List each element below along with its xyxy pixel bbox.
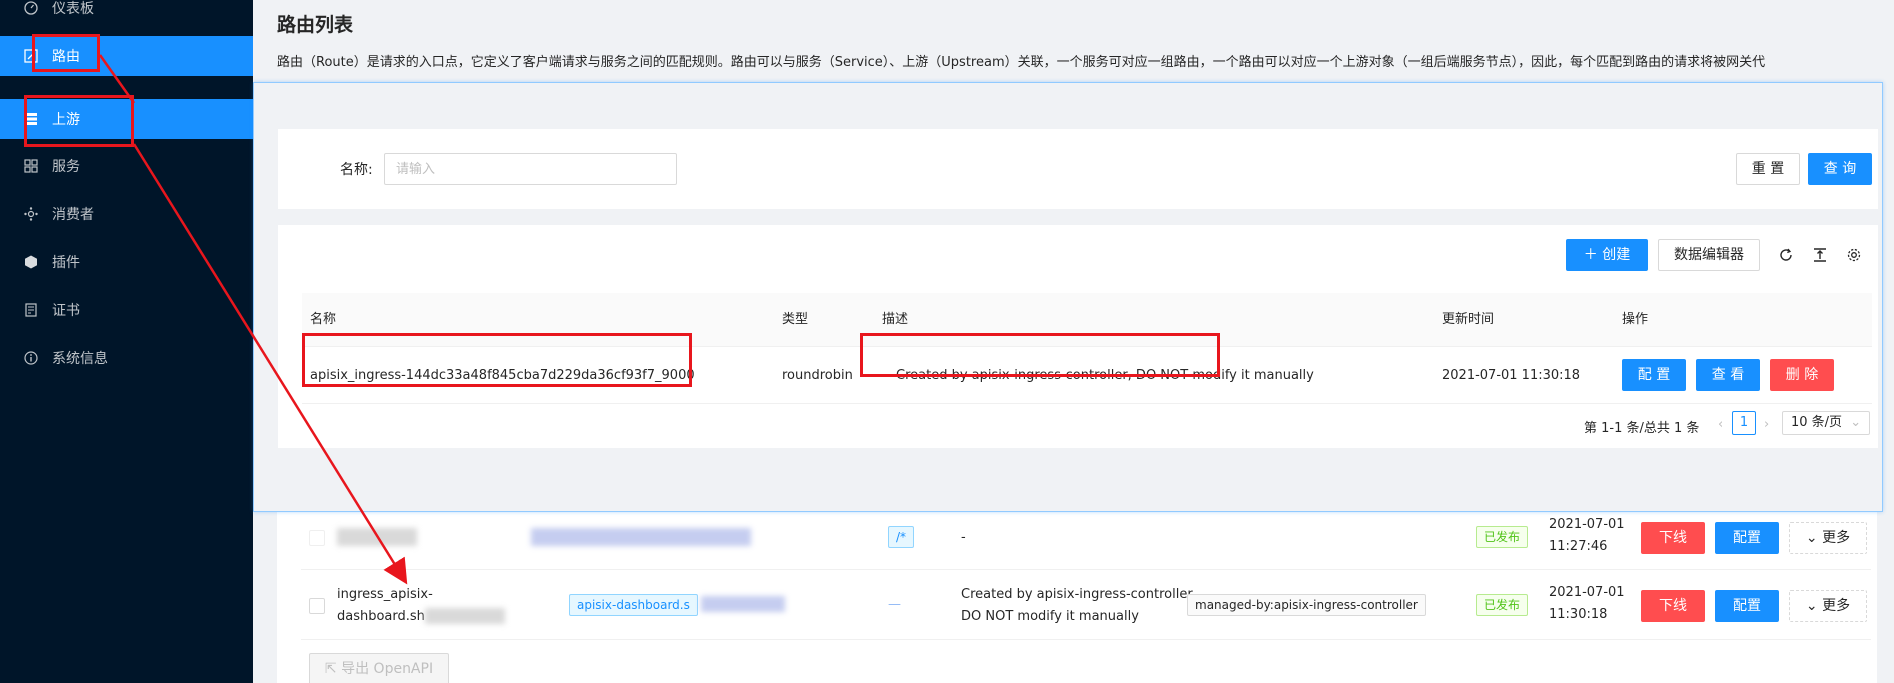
status-badge: 已发布	[1476, 526, 1529, 548]
search-card: 名称: 重 置 查 询	[278, 129, 1878, 209]
create-label: 创建	[1602, 247, 1631, 263]
pagination-summary: 第 1-1 条/总共 1 条	[1584, 421, 1700, 436]
data-editor-button[interactable]: 数据编辑器	[1658, 239, 1760, 271]
sidebar-item-consumer[interactable]: 消费者	[0, 194, 253, 234]
more-label: 更多	[1822, 530, 1851, 546]
config-button[interactable]: 配 置	[1622, 359, 1686, 391]
gear-icon[interactable]	[1844, 245, 1864, 265]
route-table: /* - 已发布 2021-07-01 11:27:46 下线 配置 ⌄ 更多 …	[277, 510, 1877, 683]
route-name-line2: dashboard.sh	[337, 609, 425, 624]
label-tag: managed-by:apisix-ingress-controller	[1187, 594, 1426, 616]
update-date: 2021-07-01	[1549, 517, 1625, 532]
config-button[interactable]: 配置	[1715, 522, 1779, 554]
page-description: 路由（Route）是请求的入口点，它定义了客户端请求与服务之间的匹配规则。路由可…	[277, 55, 1766, 70]
column-header-type: 类型	[782, 312, 809, 327]
config-button[interactable]: 配置	[1715, 590, 1779, 622]
export-openapi-button[interactable]: ⇱ 导出 OpenAPI	[309, 653, 449, 683]
offline-button[interactable]: 下线	[1641, 522, 1705, 554]
chevron-down-icon: ⌄	[1805, 598, 1823, 614]
host-tag-blurred	[701, 596, 785, 612]
view-button[interactable]: 查 看	[1696, 359, 1760, 391]
page-1[interactable]: 1	[1732, 411, 1756, 435]
plugin-icon	[24, 255, 38, 269]
route-path: —	[888, 597, 901, 612]
query-button[interactable]: 查 询	[1808, 153, 1872, 185]
sidebar-item-label: 仪表板	[52, 1, 94, 17]
more-label: 更多	[1822, 598, 1851, 614]
sidebar-item-certificate[interactable]: 证书	[0, 290, 253, 330]
sidebar-item-dashboard[interactable]: 仪表板	[0, 0, 253, 28]
upstream-updated: 2021-07-01 11:30:18	[1442, 368, 1581, 383]
dashboard-icon	[24, 1, 38, 15]
sidebar-item-label: 插件	[52, 255, 80, 271]
chevron-down-icon: ⌄	[1805, 530, 1823, 546]
route-desc-line2: DO NOT modify it manually	[961, 609, 1139, 624]
update-time: 11:27:46	[1549, 539, 1608, 554]
sidebar-item-label: 证书	[52, 303, 80, 319]
sidebar-item-label: 服务	[52, 159, 80, 175]
status-badge: 已发布	[1476, 594, 1529, 616]
table-row[interactable]: /* - 已发布 2021-07-01 11:27:46 下线 配置 ⌄ 更多	[301, 510, 1871, 570]
column-header-updated: 更新时间	[1442, 312, 1495, 327]
route-desc: -	[961, 530, 966, 545]
update-time: 11:30:18	[1549, 607, 1608, 622]
name-label: 名称:	[340, 162, 373, 178]
upstream-list-overlay: 名称: 重 置 查 询 ＋ 创建 数据编辑器 名称 类型 描述 更新时间 操作 …	[253, 82, 1883, 512]
create-button[interactable]: ＋ 创建	[1566, 239, 1648, 271]
reload-icon[interactable]	[1776, 245, 1796, 265]
page-size-value: 10 条/页	[1791, 415, 1843, 430]
update-date: 2021-07-01	[1549, 585, 1625, 600]
sidebar-item-plugin[interactable]: 插件	[0, 242, 253, 282]
route-desc-line1: Created by apisix-ingress-controller,	[961, 587, 1197, 602]
chevron-down-icon: ⌄	[1850, 415, 1862, 430]
route-name-blurred	[425, 608, 505, 624]
upstream-type: roundrobin	[782, 368, 853, 383]
route-host-blurred	[531, 528, 751, 546]
column-height-icon[interactable]	[1810, 245, 1830, 265]
delete-button[interactable]: 删 除	[1770, 359, 1834, 391]
consumer-icon	[24, 207, 38, 221]
info-icon	[24, 351, 38, 365]
service-icon	[24, 159, 38, 173]
path-tag: /*	[888, 526, 915, 548]
export-label: 导出 OpenAPI	[341, 661, 434, 677]
page-title: 路由列表	[277, 14, 354, 36]
prev-page-icon[interactable]: ‹	[1718, 417, 1723, 432]
table-row[interactable]: ingress_apisix- dashboard.sh apisix-dash…	[301, 572, 1871, 640]
annotation-box-upstream	[24, 95, 134, 147]
name-search-input[interactable]	[384, 153, 677, 185]
host-tag: apisix-dashboard.s	[569, 594, 698, 616]
annotation-box-route	[32, 34, 100, 72]
route-name-line1: ingress_apisix-	[337, 587, 433, 602]
row-checkbox[interactable]	[309, 598, 325, 614]
next-page-icon[interactable]: ›	[1764, 417, 1769, 432]
page-size-select[interactable]: 10 条/页 ⌄	[1782, 411, 1870, 435]
column-header-actions: 操作	[1622, 312, 1649, 327]
export-icon: ⇱	[324, 661, 342, 677]
annotation-box-description	[860, 333, 1220, 377]
sidebar-item-system-info[interactable]: 系统信息	[0, 338, 253, 378]
reset-button[interactable]: 重 置	[1736, 153, 1800, 185]
plus-icon: ＋	[1583, 247, 1603, 263]
offline-button[interactable]: 下线	[1641, 590, 1705, 622]
annotation-box-upstream-name	[302, 333, 692, 387]
more-dropdown[interactable]: ⌄ 更多	[1789, 522, 1867, 554]
sidebar-item-label: 系统信息	[52, 351, 108, 367]
sidebar-item-label: 消费者	[52, 207, 94, 223]
row-checkbox[interactable]	[309, 530, 325, 546]
certificate-icon	[24, 303, 38, 317]
sidebar-item-service[interactable]: 服务	[0, 146, 253, 186]
more-dropdown[interactable]: ⌄ 更多	[1789, 590, 1867, 622]
route-name-blurred	[337, 528, 417, 546]
